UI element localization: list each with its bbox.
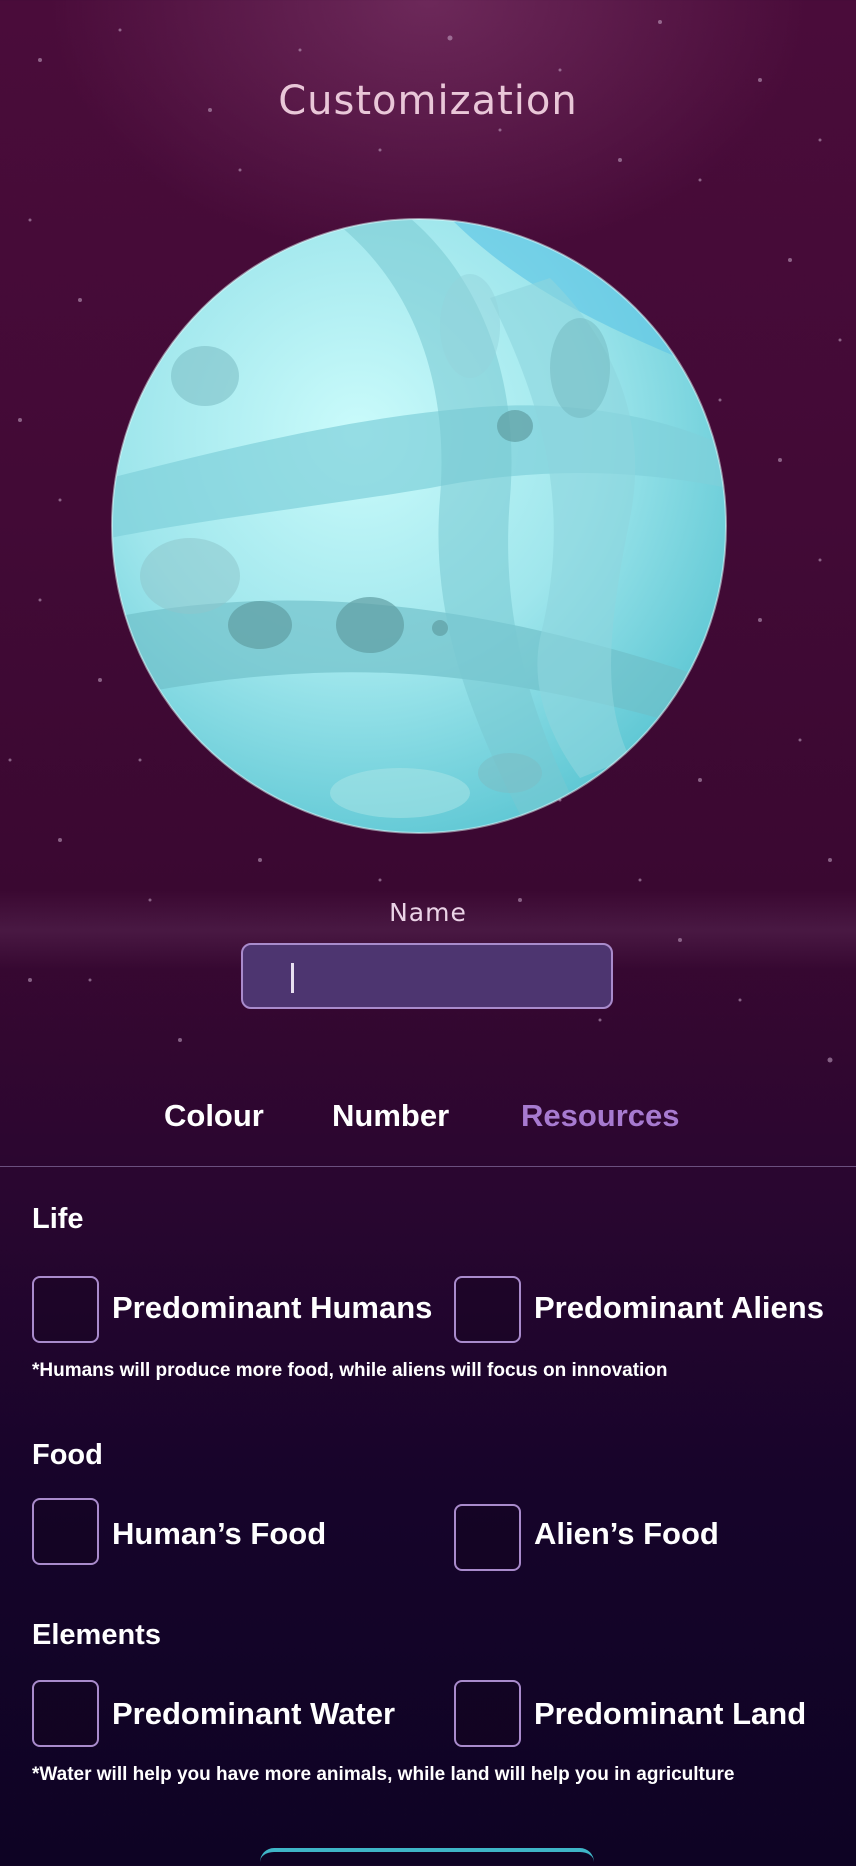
option-label-predominant-land: Predominant Land — [534, 1696, 807, 1731]
continue-button[interactable] — [260, 1848, 594, 1866]
section-title-food: Food — [32, 1439, 103, 1471]
text-cursor — [291, 963, 294, 993]
checkbox-aliens-food[interactable] — [454, 1504, 521, 1571]
section-title-elements: Elements — [32, 1619, 161, 1651]
tab-divider — [0, 1166, 856, 1167]
elements-note: *Water will help you have more animals, … — [32, 1764, 735, 1785]
option-label-aliens-food: Alien’s Food — [534, 1516, 719, 1551]
checkbox-predominant-land[interactable] — [454, 1680, 521, 1747]
option-label-predominant-aliens: Predominant Aliens — [534, 1290, 824, 1325]
tab-resources[interactable]: Resources — [521, 1098, 680, 1134]
name-input[interactable] — [241, 943, 613, 1009]
life-note: *Humans will produce more food, while al… — [32, 1360, 668, 1381]
tab-number[interactable]: Number — [332, 1098, 449, 1134]
checkbox-predominant-water[interactable] — [32, 1680, 99, 1747]
section-title-life: Life — [32, 1203, 84, 1235]
checkbox-humans-food[interactable] — [32, 1498, 99, 1565]
planet-illustration — [110, 218, 728, 834]
option-label-predominant-water: Predominant Water — [112, 1696, 396, 1731]
checkbox-predominant-aliens[interactable] — [454, 1276, 521, 1343]
checkbox-predominant-humans[interactable] — [32, 1276, 99, 1343]
tab-colour[interactable]: Colour — [164, 1098, 264, 1134]
option-label-humans-food: Human’s Food — [112, 1516, 327, 1551]
tab-bar: Colour Number Resources — [0, 1098, 856, 1138]
option-label-predominant-humans: Predominant Humans — [112, 1290, 433, 1325]
page-title: Customization — [278, 78, 578, 124]
name-label: Name — [389, 898, 467, 927]
